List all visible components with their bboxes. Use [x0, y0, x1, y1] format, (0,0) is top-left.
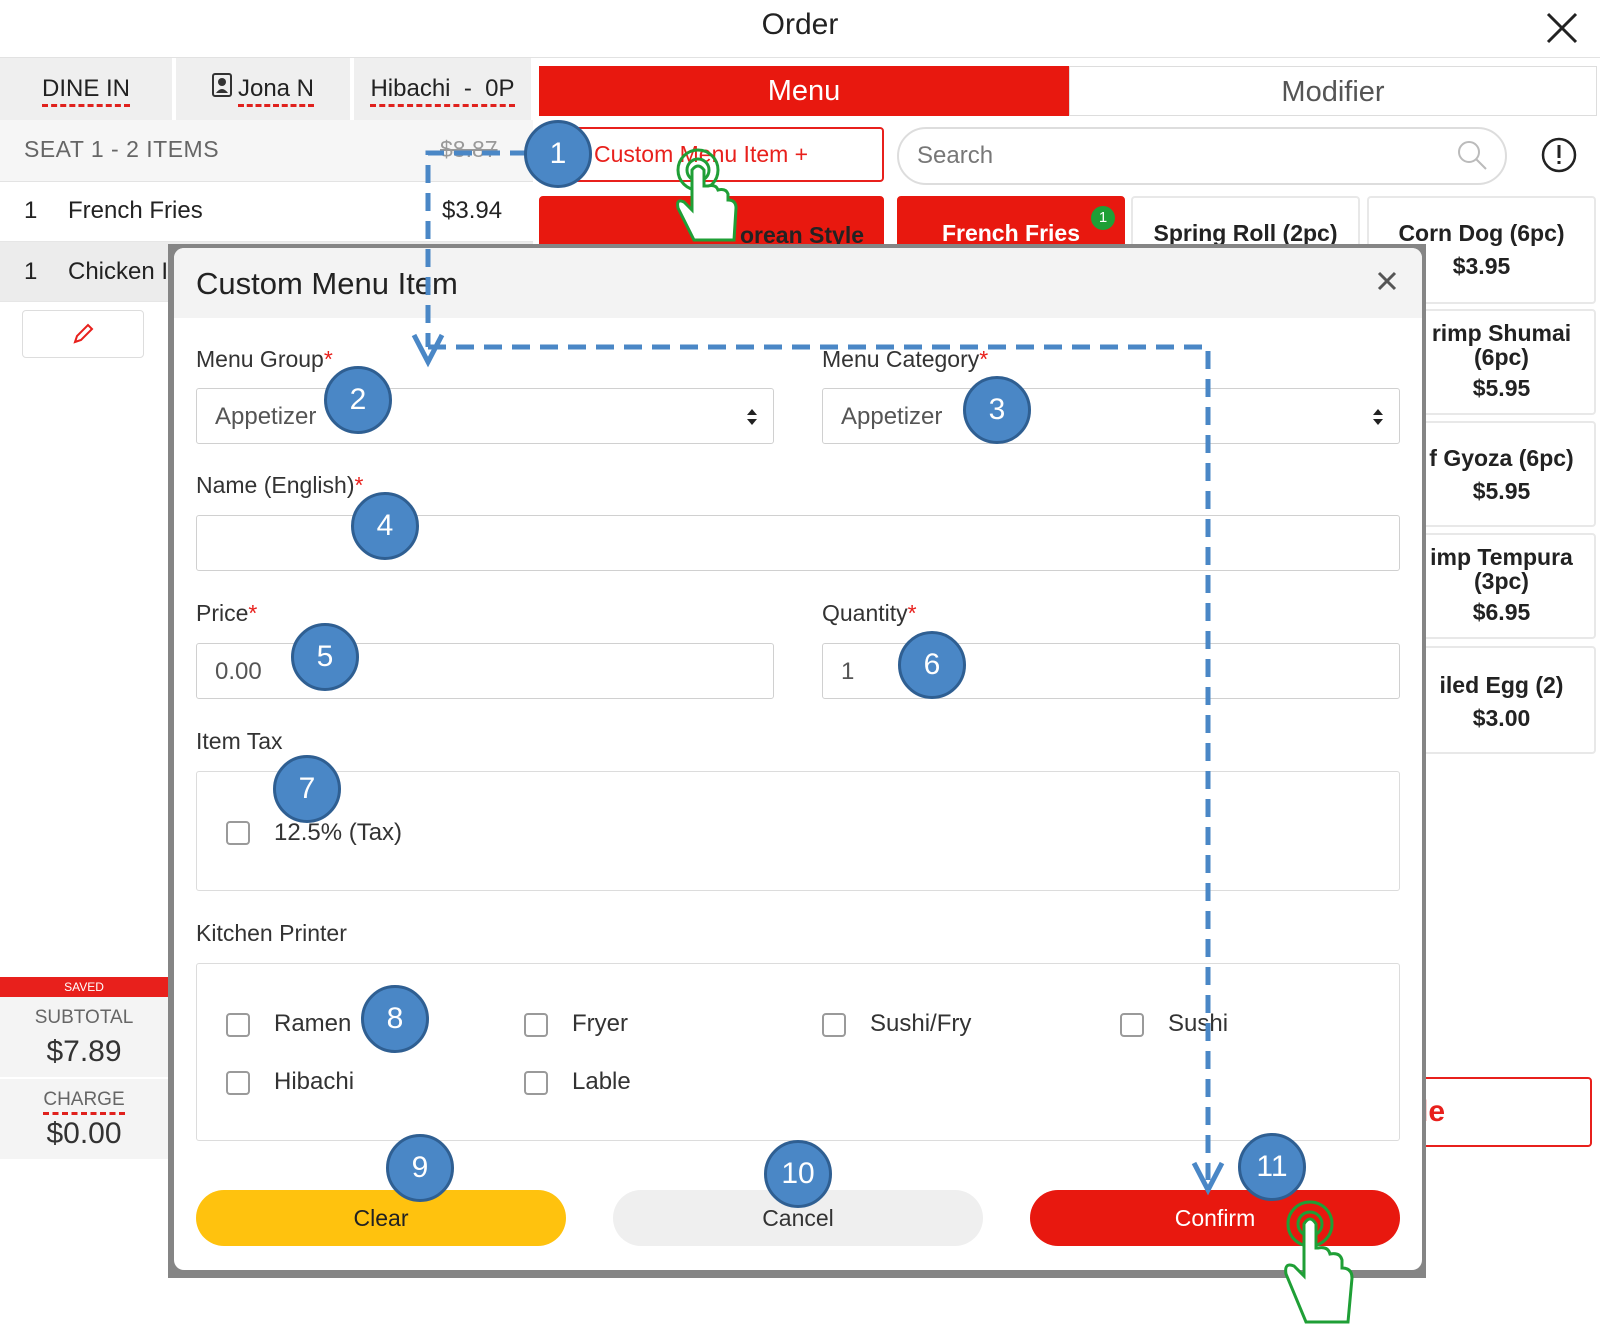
- step-badge: 1: [524, 120, 592, 188]
- flow-arrow: [411, 150, 1225, 1196]
- tap-hand-icon: [1280, 1200, 1360, 1330]
- step-badge: 3: [963, 376, 1031, 444]
- step-badge: 9: [386, 1134, 454, 1202]
- step-badge: 6: [898, 631, 966, 699]
- step-badge: 10: [764, 1140, 832, 1208]
- step-badge: 4: [351, 492, 419, 560]
- step-badge: 2: [324, 366, 392, 434]
- step-badge: 8: [361, 985, 429, 1053]
- step-badge: 5: [291, 623, 359, 691]
- step-badge: 11: [1238, 1133, 1306, 1201]
- step-badge: 7: [273, 755, 341, 823]
- tap-hand-icon: [668, 148, 748, 248]
